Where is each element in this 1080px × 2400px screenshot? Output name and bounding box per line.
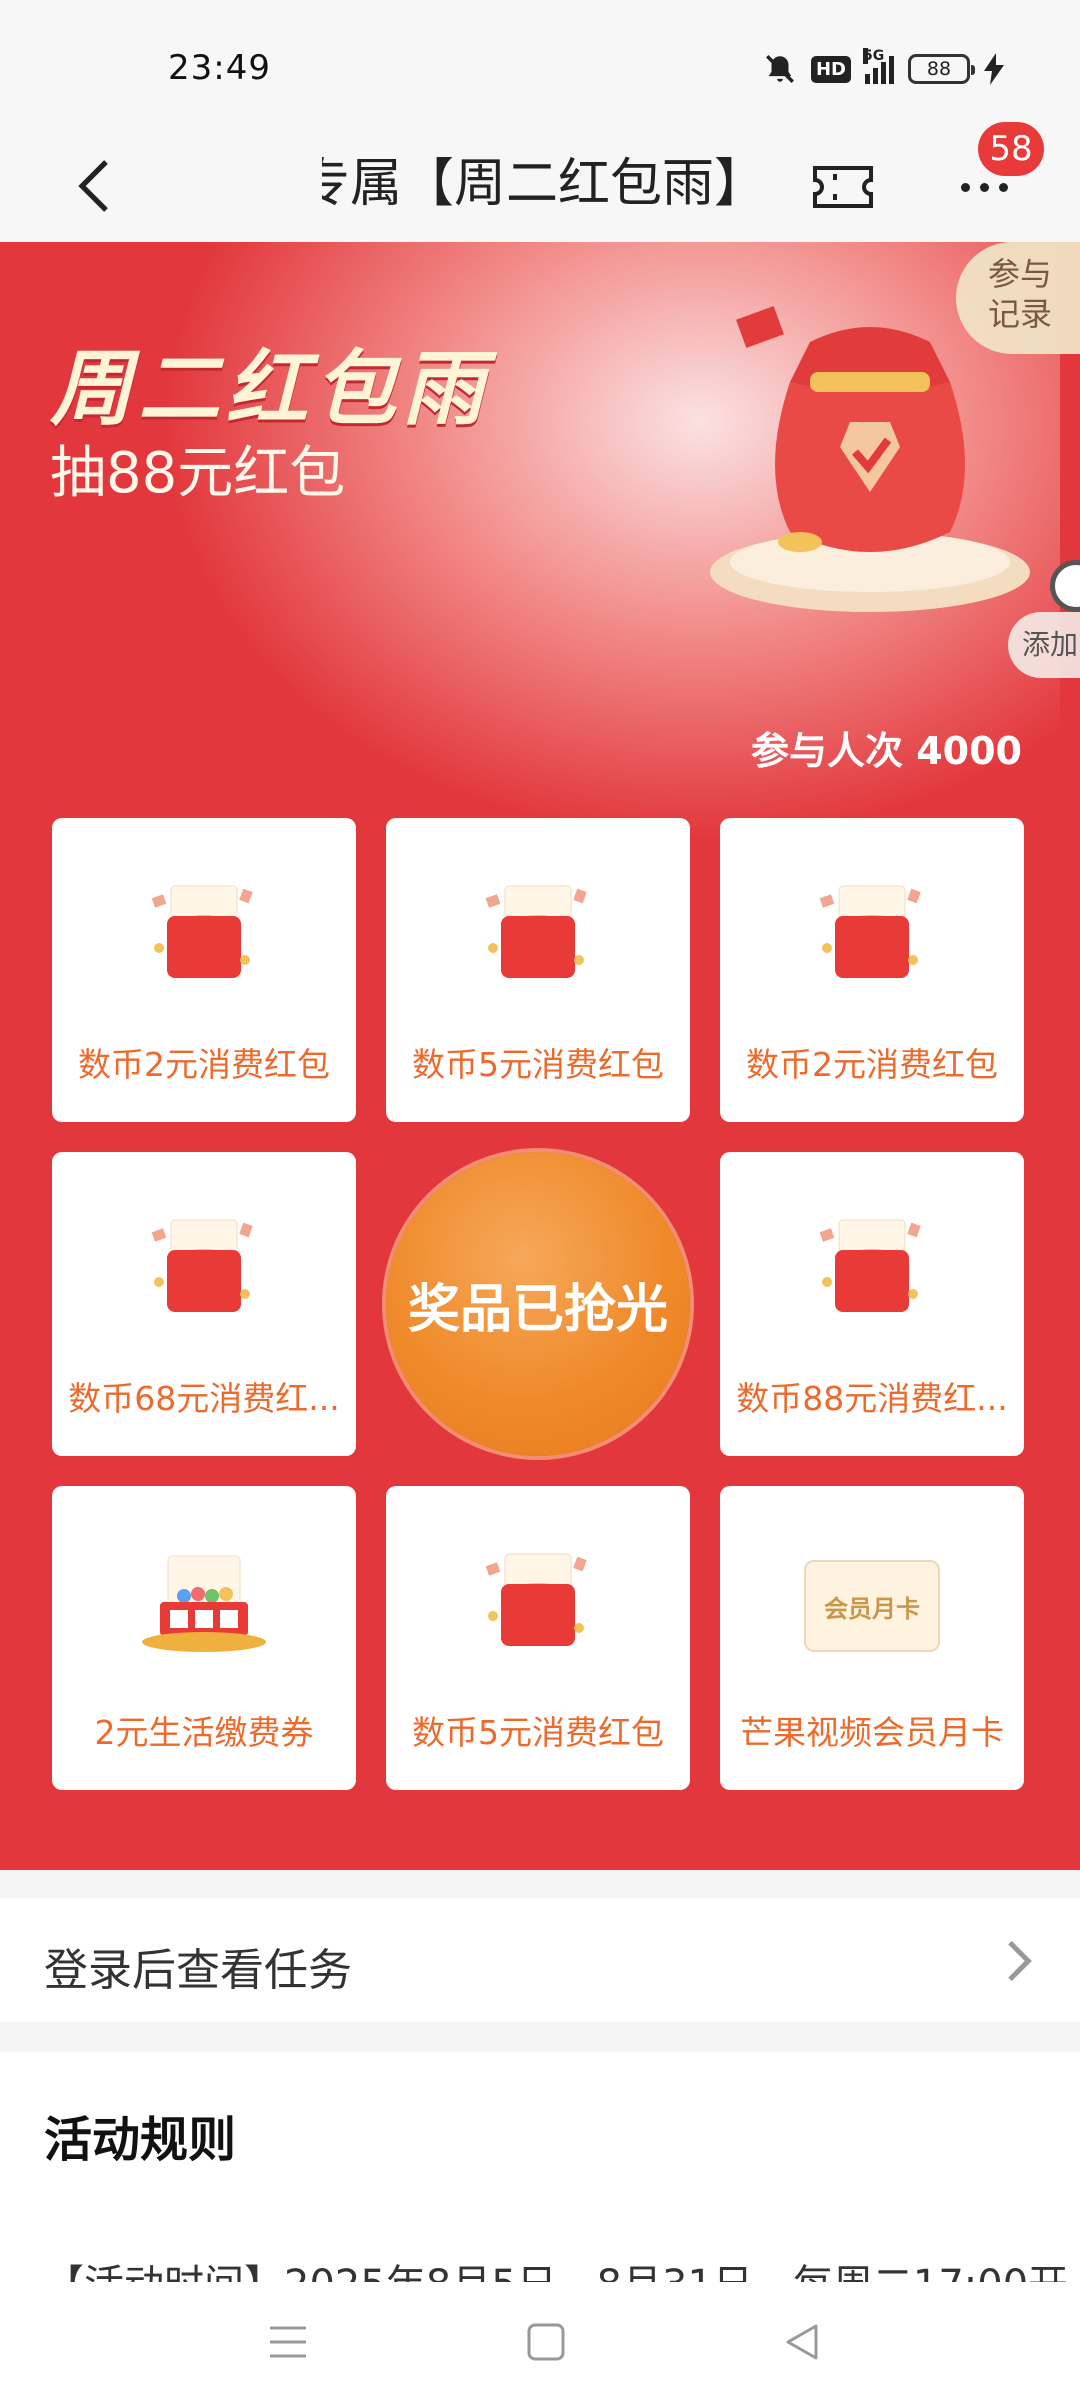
task-label: 登录后查看任务 xyxy=(44,1945,352,1996)
prize-label: 2元生活缴费券 xyxy=(94,1713,314,1752)
hero-section: 周二红包雨 抽88元红包 参与 记录 添加 参与人次 4000 数币2元消费红包… xyxy=(0,242,1080,1870)
prize-card[interactable]: 数币5元消费红包 xyxy=(386,1486,690,1790)
system-nav-bar xyxy=(0,2282,1080,2400)
participation-record-button[interactable]: 参与 记录 xyxy=(956,242,1080,354)
red-envelope-icon xyxy=(151,1219,253,1312)
home-button[interactable] xyxy=(516,2312,576,2372)
more-icon xyxy=(960,182,970,192)
prize-card[interactable]: 数币88元消费红... xyxy=(720,1152,1024,1456)
red-envelope-icon xyxy=(485,1553,587,1646)
ticket-button[interactable] xyxy=(808,152,878,222)
view-tasks-row[interactable]: 登录后查看任务 xyxy=(0,1898,1080,2022)
add-button[interactable]: 添加 xyxy=(1008,612,1080,678)
record-label-line1: 参与 xyxy=(988,255,1053,293)
bell-muted-icon xyxy=(766,55,794,83)
status-icons: HD 5G 88 xyxy=(763,48,1004,86)
nav-bar: 专属【周二红包雨】 xyxy=(0,130,1080,242)
hd-icon: HD xyxy=(810,55,851,83)
chevron-right-icon xyxy=(1008,1940,1032,1982)
prize-card[interactable]: 数币2元消费红包 xyxy=(720,818,1024,1122)
prize-label: 数币2元消费红包 xyxy=(78,1045,330,1084)
hero-subtitle: 抽88元红包 xyxy=(50,441,346,506)
home-icon xyxy=(527,2323,565,2361)
record-label-line2: 记录 xyxy=(988,295,1053,333)
prize-label: 数币5元消费红包 xyxy=(412,1045,664,1084)
lottery-machine-icon xyxy=(142,1555,266,1652)
back-icon xyxy=(786,2324,818,2360)
status-bar: 23:49 HD 5G 88 xyxy=(0,0,1080,130)
prize-label: 芒果视频会员月卡 xyxy=(740,1713,1004,1752)
rules-text: 【活动时间】2025年8月5日 - 8月31日，每周二17:00开 xyxy=(44,2252,1068,2282)
hero-title: 周二红包雨 xyxy=(50,341,490,437)
menu-icon xyxy=(270,2326,306,2358)
membership-card-icon: 会员月卡 xyxy=(804,1560,940,1652)
menu-button[interactable] xyxy=(258,2312,318,2372)
notification-badge: 58 xyxy=(978,122,1044,176)
charging-icon xyxy=(984,53,1004,85)
status-time: 23:49 xyxy=(168,48,271,88)
back-button[interactable] xyxy=(56,148,132,224)
red-envelope-icon xyxy=(151,885,253,978)
prize-label: 数币68元消费红... xyxy=(68,1379,340,1418)
ticket-icon xyxy=(813,166,873,208)
signal-icon: 5G xyxy=(863,48,894,84)
rules-title: 活动规则 xyxy=(44,2112,237,2168)
draw-button[interactable]: 奖品已抢光 xyxy=(386,1152,690,1456)
page-title: 专属【周二红包雨】 xyxy=(322,154,767,214)
prize-card[interactable]: 2元生活缴费券 xyxy=(52,1486,356,1790)
prize-label: 数币5元消费红包 xyxy=(412,1713,664,1752)
prize-card[interactable]: 会员月卡 芒果视频会员月卡 xyxy=(720,1486,1024,1790)
red-envelope-icon xyxy=(819,1219,921,1312)
network-type-label: 5G xyxy=(863,48,885,64)
participant-count: 参与人次 4000 xyxy=(751,729,1022,773)
prize-card[interactable]: 数币5元消费红包 xyxy=(386,818,690,1122)
membership-card-text: 会员月卡 xyxy=(824,1594,920,1623)
prize-label: 数币2元消费红包 xyxy=(746,1045,998,1084)
prize-grid: 数币2元消费红包 数币5元消费红包 数币2元消费红包 数币68元消费红... 奖… xyxy=(52,818,1024,1792)
prize-label: 数币88元消费红... xyxy=(736,1379,1008,1418)
back-arrow-icon xyxy=(78,160,108,212)
red-envelope-icon xyxy=(819,885,921,978)
rules-section: 活动规则 【活动时间】2025年8月5日 - 8月31日，每周二17:00开 xyxy=(0,2052,1080,2282)
prize-card[interactable]: 数币2元消费红包 xyxy=(52,818,356,1122)
red-envelope-icon xyxy=(485,885,587,978)
system-back-button[interactable] xyxy=(772,2312,832,2372)
prize-card[interactable]: 数币68元消费红... xyxy=(52,1152,356,1456)
battery-icon: 88 xyxy=(908,54,975,84)
